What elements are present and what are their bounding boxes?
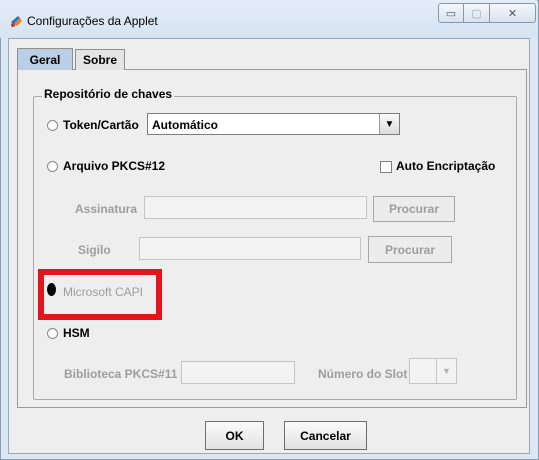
keystore-group-title: Repositório de chaves [42, 87, 175, 101]
pkcs12-radio[interactable] [47, 161, 58, 172]
auto-encrypt-label: Auto Encriptação [396, 159, 496, 173]
assinatura-label: Assinatura [75, 202, 138, 216]
minimize-button[interactable]: ▭ [438, 3, 464, 23]
sigilo-field[interactable] [139, 237, 361, 260]
cancel-button[interactable]: Cancelar [284, 421, 367, 450]
minimize-icon: ▭ [445, 7, 457, 20]
pkcs11-library-field[interactable] [181, 361, 295, 384]
maximize-button[interactable]: ▢ [464, 3, 490, 23]
hsm-label: HSM [63, 326, 90, 340]
tab-geral[interactable]: Geral [17, 48, 73, 70]
chevron-down-icon: ▼ [384, 118, 395, 130]
token-combo-dropdown[interactable]: ▼ [379, 114, 399, 134]
slot-number-label: Número do Slot [318, 367, 408, 381]
tab-sobre[interactable]: Sobre [75, 49, 125, 70]
sigilo-browse-button[interactable]: Procurar [368, 236, 452, 263]
assinatura-field[interactable] [144, 196, 367, 219]
close-icon: ✕ [507, 7, 518, 20]
maximize-icon: ▢ [471, 7, 482, 20]
ok-button[interactable]: OK [205, 421, 264, 450]
token-radio[interactable] [47, 120, 58, 131]
sigilo-label: Sigilo [78, 243, 111, 257]
highlight-box [38, 269, 162, 320]
token-label: Token/Cartão [63, 118, 139, 132]
close-button[interactable]: ✕ [490, 3, 536, 23]
slot-combo-dropdown[interactable]: ▼ [436, 359, 456, 383]
window-title: Configurações da Applet [27, 14, 158, 28]
chevron-down-icon: ▼ [442, 366, 451, 376]
pkcs12-label: Arquivo PKCS#12 [63, 159, 166, 173]
window-controls: ▭ ▢ ✕ [438, 3, 536, 25]
hsm-radio[interactable] [47, 328, 58, 339]
java-applet-icon [11, 16, 22, 27]
auto-encrypt-checkbox[interactable] [380, 161, 392, 173]
pkcs11-library-label: Biblioteca PKCS#11 [64, 367, 178, 381]
assinatura-browse-button[interactable]: Procurar [373, 196, 455, 222]
token-combo-value: Automático [152, 118, 218, 132]
